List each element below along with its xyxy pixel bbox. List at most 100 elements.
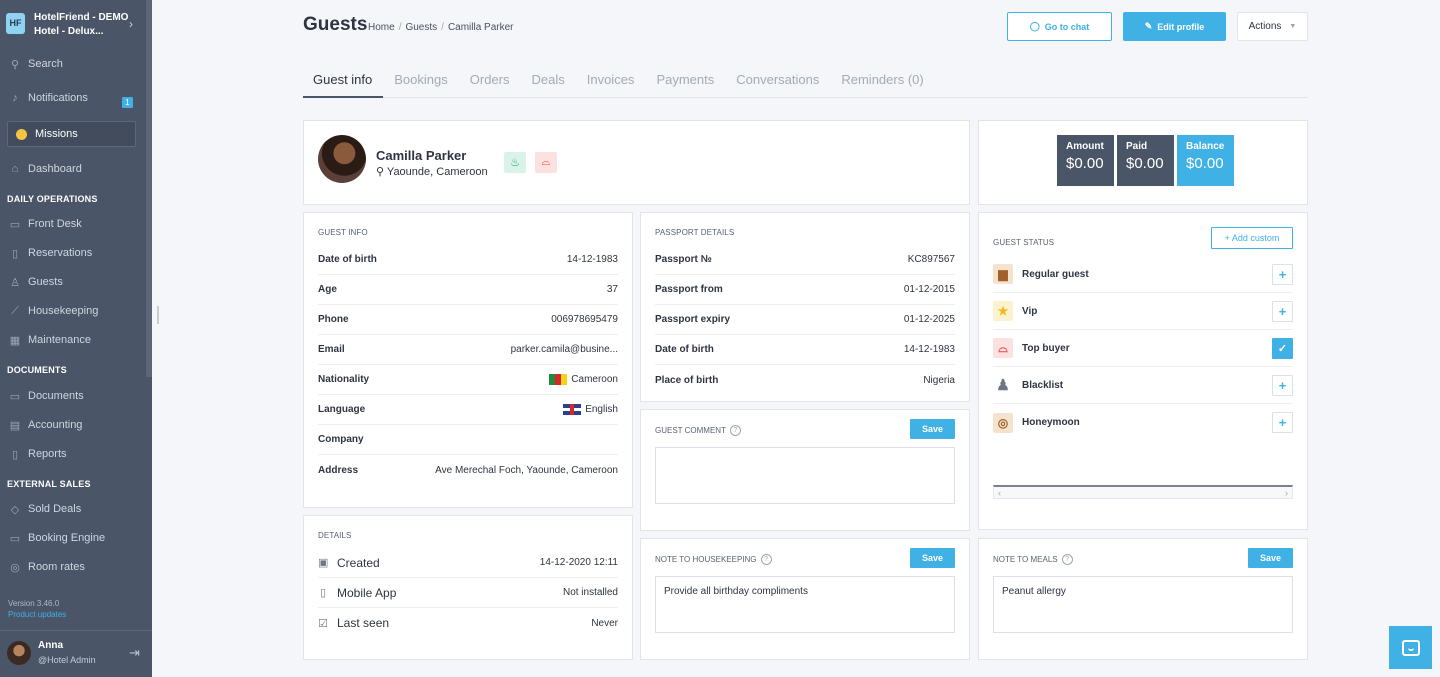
passport-row-dob: Date of birth 14-12-1983 [655,335,955,365]
status-toggle-vip[interactable]: + [1272,300,1293,322]
tab-conversations[interactable]: Conversations [726,62,830,98]
folder-icon: ▭ [9,390,21,403]
passport-row-expiry: Passport expiry 01-12-2025 [655,305,955,335]
sidebar-item-documents[interactable]: ▭ Documents [0,385,146,407]
breadcrumb-home[interactable]: Home [368,22,395,33]
guest-info-heading: GUEST INFO [318,228,368,237]
person-icon: ♙ [10,276,20,289]
tab-deals[interactable]: Deals [521,62,575,98]
details-row-mobile-app: ▯ Mobile App Not installed [318,578,618,608]
help-icon[interactable]: ? [729,425,741,436]
passport-heading: PASSPORT DETAILS [655,228,735,237]
user-box: Anna @Hotel Admin ⇥ [0,630,152,677]
tab-invoices[interactable]: Invoices [577,62,646,98]
sidebar-section-daily: DAILY OPERATIONS [7,194,98,204]
sidebar-item-reservations[interactable]: ▯ Reservations [0,242,146,264]
details-row-created: ▣ Created 14-12-2020 12:11 [318,548,618,578]
sidebar-item-guests[interactable]: ♙ Guests [0,271,146,293]
balance-value: $0.00 [1186,155,1224,172]
home-icon: ⌂ [11,163,19,175]
sidebar-item-room-rates[interactable]: ◎ Room rates [0,556,146,578]
search-icon: ⚲ [10,58,20,71]
housekeeping-textarea[interactable]: Provide all birthday compliments [655,576,955,633]
status-blacklist: ♟ Blacklist + [993,367,1293,404]
info-row-email: Email parker.camila@busine... [318,335,618,365]
sidebar-section-external: EXTERNAL SALES [7,479,91,489]
go-to-chat-button[interactable]: ◯ Go to chat [1007,12,1112,41]
sidebar-item-maintenance[interactable]: ▦ Maintenance [0,329,146,351]
actions-dropdown[interactable]: Actions ▼ [1237,12,1308,41]
hotel-switcher[interactable]: HF HotelFriend - DEMO Hotel - Delux... › [0,0,146,48]
meals-save-button[interactable]: Save [1248,548,1293,568]
sidebar-item-reports[interactable]: ▯ Reports [0,443,146,465]
main: Guests Home / Guests / Camilla Parker ◯ Go … [152,0,1440,677]
guest-info-card: GUEST INFO Date of birth 14-12-1983 Age 37… [303,212,633,508]
breadcrumb-guests[interactable]: Guests [405,22,437,33]
medal-icon [16,128,27,140]
calendar-icon: ▣ [318,557,329,569]
arrow-left-icon[interactable]: ‹ [998,488,1001,498]
document-icon: ▯ [11,247,19,260]
sidebar-section-documents: DOCUMENTS [7,365,67,375]
meals-note-card: NOTE TO MEALS? Save Peanut allergy [978,538,1308,660]
amount-box: Amount $0.00 [1057,135,1114,186]
tab-guest-info[interactable]: Guest info [303,62,384,98]
guest-comment-save-button[interactable]: Save [910,419,955,439]
hotel-subname: Hotel - Delux... [34,26,104,37]
guest-avatar [318,135,366,183]
help-icon[interactable]: ? [760,554,772,565]
tabs: Guest info Bookings Orders Deals Invoice… [303,62,1308,98]
housekeeping-save-button[interactable]: Save [910,548,955,568]
tab-bookings[interactable]: Bookings [384,62,458,98]
sidebar-item-front-desk[interactable]: ▭ Front Desk [0,213,146,235]
status-toggle-top-buyer[interactable]: ✓ [1272,337,1293,359]
status-top-buyer: ⌓ Top buyer ✓ [993,330,1293,367]
hotel-logo: HF [6,13,25,34]
info-row-company: Company [318,425,618,455]
finance-card: Amount $0.00 Paid $0.00 Balance $0.00 [978,120,1308,205]
missions-button[interactable]: Missions [7,121,136,147]
pencil-icon: ✎ [1144,21,1153,31]
support-chat-button[interactable] [1389,626,1432,669]
sidebar-item-sold-deals[interactable]: ◇ Sold Deals [0,498,146,520]
sidebar-item-housekeeping[interactable]: ⟋ Housekeeping [0,300,146,322]
product-updates-link[interactable]: Product updates [8,609,66,620]
status-vip: ★ Vip + [993,293,1293,330]
guest-status-card: GUEST STATUS + Add custom ▆ Regular guest… [978,212,1308,530]
guest-comment-card: GUEST COMMENT? Save [640,409,970,531]
sidebar-item-dashboard[interactable]: ⌂ Dashboard [0,158,146,180]
status-toggle-honeymoon[interactable]: + [1272,412,1293,433]
passport-card: PASSPORT DETAILS Passport № KC897567 Pass… [640,212,970,402]
meals-textarea[interactable]: Peanut allergy [993,576,1293,633]
chevron-right-icon: › [129,17,133,31]
balance-box: Balance $0.00 [1177,135,1234,186]
toolbox-icon: ▦ [9,334,21,347]
avatar[interactable] [7,641,31,665]
tab-payments[interactable]: Payments [646,62,725,98]
help-icon[interactable]: ? [1061,554,1073,565]
sidebar-item-accounting[interactable]: ▤ Accounting [0,414,146,436]
user-name: Anna [38,640,63,651]
guest-comment-heading: GUEST COMMENT [655,426,726,435]
arrow-right-icon[interactable]: › [1285,488,1288,498]
edit-profile-button[interactable]: ✎ Edit profile [1123,12,1226,41]
status-toggle-blacklist[interactable]: + [1272,374,1293,396]
tab-reminders[interactable]: Reminders (0) [831,62,934,98]
horizontal-scrollbar[interactable]: ‹ › [993,485,1293,499]
status-toggle-regular-guest[interactable]: + [1272,263,1293,285]
guest-comment-textarea[interactable] [655,447,955,504]
add-custom-button[interactable]: + Add custom [1211,227,1293,249]
info-row-dob: Date of birth 14-12-1983 [318,245,618,275]
passport-row-place: Place of birth Nigeria [655,374,955,386]
mobile-phone-icon: ▯ [319,587,327,599]
housekeeping-note-card: NOTE TO HOUSEKEEPING? Save Provide all b… [640,538,970,660]
sidebar-search[interactable]: ⚲ Search [0,53,146,75]
logout-icon[interactable]: ⇥ [129,645,140,661]
details-row-last-seen: ☑ Last seen Never [318,616,618,630]
suitcase-icon: ▆ [993,264,1013,284]
dollar-pin-icon: ◎ [10,561,20,574]
edit-check-icon: ☑ [318,617,328,630]
sidebar-item-booking-engine[interactable]: ▭ Booking Engine [0,527,146,549]
version-label: Version 3.46.0 [8,599,60,608]
tab-orders[interactable]: Orders [460,62,521,98]
